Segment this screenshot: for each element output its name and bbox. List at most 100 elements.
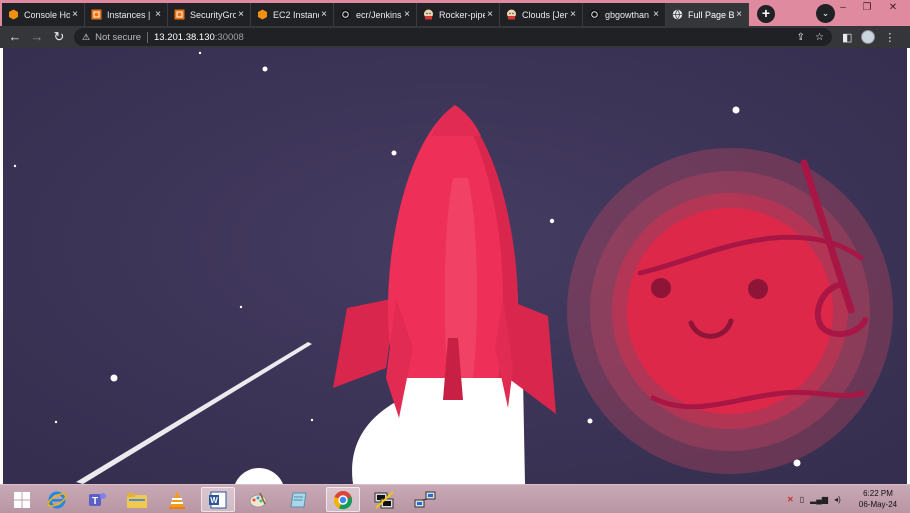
taskbar-network-tool[interactable] (408, 487, 442, 512)
tab-title: Rocker-pipe (439, 9, 485, 20)
taskbar-file-explorer[interactable] (120, 487, 154, 512)
browser-tab[interactable]: Clouds [Jen × (500, 3, 583, 26)
browser-tab[interactable]: SecurityGro × (168, 3, 251, 26)
taskbar-notepad[interactable] (282, 487, 316, 512)
tab-title: Full Page B (688, 9, 734, 20)
word-icon: W (209, 491, 227, 508)
address-bar[interactable]: ⚠ Not secure 13.201.38.130:30008 ⇪ ☆ (74, 28, 832, 46)
clock-date: 06-May-24 (858, 500, 898, 509)
bookmark-star-icon[interactable]: ☆ (815, 32, 824, 43)
browser-tab[interactable]: Instances | × (85, 3, 168, 26)
tab-close-icon[interactable]: × (485, 9, 495, 20)
tab-title: ecr/Jenkins (356, 9, 402, 20)
putty-icon (374, 490, 394, 509)
star (54, 420, 58, 424)
toolbar-actions: ◧ ⋮ (842, 26, 895, 48)
taskbar-putty[interactable] (367, 487, 401, 512)
reload-button[interactable]: ↻ (48, 26, 70, 48)
aws-icon (8, 9, 19, 20)
tray-network-icon[interactable]: ▂▄▆ (810, 495, 828, 504)
browser-tab[interactable]: EC2 Instanc × (251, 3, 334, 26)
star (310, 418, 314, 422)
star (587, 418, 593, 424)
smiling-planet (567, 148, 893, 474)
forward-button[interactable]: → (26, 26, 48, 48)
aws-icon (257, 9, 268, 20)
globe-icon (672, 9, 683, 20)
tray-volume-icon[interactable]: ◂) (834, 495, 841, 504)
url-host: 13.201.38.130 (154, 31, 215, 43)
tab-close-icon[interactable]: × (236, 9, 246, 20)
network-icon (414, 491, 436, 507)
browser-tab[interactable]: Console Ho × (2, 3, 85, 26)
windows-logo-icon (14, 491, 30, 508)
maximize-button[interactable]: ❐ (857, 2, 877, 13)
warning-icon[interactable]: ⚠ (82, 32, 90, 43)
svg-text:W: W (210, 496, 218, 505)
back-button[interactable]: ← (4, 26, 26, 48)
tab-close-icon[interactable]: × (402, 9, 412, 20)
aws-ec2-icon (91, 9, 102, 20)
tab-title: gbgowthan (605, 9, 650, 20)
browser-tab[interactable]: Rocker-pipe × (417, 3, 500, 26)
browser-tab[interactable]: Full Page B × (666, 3, 749, 26)
aws-ec2-icon (174, 9, 185, 20)
taskbar-chrome[interactable] (326, 487, 360, 512)
browser-toolbar: ← → ↻ ⚠ Not secure 13.201.38.130:30008 ⇪… (0, 26, 910, 48)
system-tray: ✕ ▯ ▂▄▆ ◂) (787, 485, 841, 513)
tab-title: Clouds [Jen (522, 9, 568, 20)
taskbar-vlc[interactable] (160, 487, 194, 512)
tab-close-icon[interactable]: × (153, 9, 163, 20)
star (110, 374, 118, 382)
tab-title: Instances | (107, 9, 151, 20)
tab-close-icon[interactable]: × (319, 9, 329, 20)
tab-strip: Console Ho × Instances | × SecurityGro × EC2 I… (0, 0, 910, 26)
tab-close-icon[interactable]: × (568, 9, 578, 20)
menu-kebab-icon[interactable]: ⋮ (884, 31, 895, 44)
taskbar-word[interactable]: W (201, 487, 235, 512)
page-content (3, 48, 907, 484)
vlc-icon (169, 490, 185, 509)
star (239, 305, 243, 309)
omnibox-actions: ⇪ ☆ (797, 28, 824, 46)
ie-icon (47, 491, 67, 508)
tab-close-icon[interactable]: × (651, 9, 661, 20)
taskbar-internet-explorer[interactable] (40, 487, 74, 512)
taskbar-clock[interactable]: 6:22 PM 06-May-24 (856, 488, 900, 510)
star (391, 150, 397, 156)
omnibox-separator (147, 31, 149, 43)
start-button[interactable] (5, 487, 39, 512)
paint-icon (249, 492, 267, 507)
new-tab-button[interactable]: + (757, 5, 775, 23)
github-icon (589, 9, 600, 20)
planet-right-eye (748, 279, 768, 299)
tab-close-icon[interactable]: × (70, 9, 80, 20)
browser-tab[interactable]: gbgowthan × (583, 3, 666, 26)
tab-title: Console Ho (24, 9, 70, 20)
taskbar-paint[interactable] (241, 487, 275, 512)
star (549, 218, 555, 224)
tab-title: EC2 Instanc (273, 9, 319, 20)
tab-close-icon[interactable]: × (734, 9, 744, 20)
taskbar-teams[interactable]: T (80, 487, 114, 512)
security-label[interactable]: Not secure (95, 32, 141, 43)
url-port: :30008 (214, 31, 244, 43)
github-icon (340, 9, 351, 20)
browser-tab[interactable]: ecr/Jenkins × (334, 3, 417, 26)
tray-alert-icon[interactable]: ✕ (787, 495, 794, 504)
minimize-button[interactable]: – (833, 2, 853, 13)
folder-icon (127, 492, 147, 508)
side-panel-icon[interactable]: ◧ (842, 31, 852, 44)
close-window-button[interactable]: ✕ (883, 2, 903, 13)
jenkins-icon (506, 9, 517, 20)
profile-avatar[interactable] (861, 30, 876, 44)
share-icon[interactable]: ⇪ (797, 32, 805, 43)
star (732, 106, 740, 114)
clock-time: 6:22 PM (863, 489, 893, 498)
star (262, 66, 268, 72)
tray-device-icon[interactable]: ▯ (800, 495, 804, 504)
jenkins-icon (423, 9, 434, 20)
chrome-icon (333, 490, 353, 509)
tab-title: SecurityGro (190, 9, 236, 20)
teams-icon: T (89, 492, 106, 507)
